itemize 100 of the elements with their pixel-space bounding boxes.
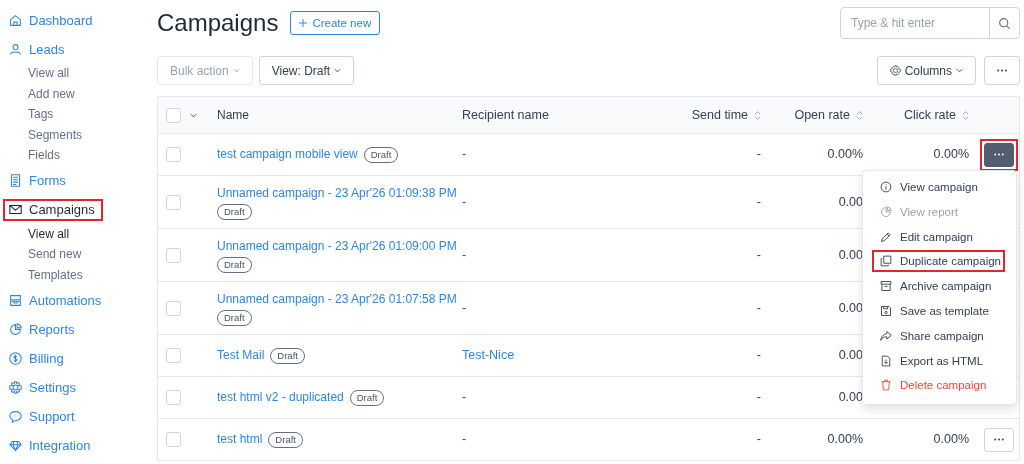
campaign-name-link[interactable]: test html [217,430,263,449]
sort-icon [962,109,969,121]
open-rate: 0.00 [838,389,863,406]
recipient-name: - [462,299,467,317]
sidebar-subitem[interactable]: Templates [3,264,150,285]
sidebar-subitem[interactable]: Fields [3,145,150,166]
sidebar-item[interactable]: Integration [3,434,97,456]
sidebar-item[interactable]: Campaigns [3,198,103,221]
recipient-name: - [462,389,467,406]
diamond-icon [9,438,22,452]
row-checkbox[interactable] [166,147,181,162]
floppy-icon [880,305,892,317]
columns-dropdown[interactable]: Columns [876,56,976,85]
row-checkbox[interactable] [166,432,181,447]
gear-icon [9,380,22,394]
menu-item[interactable]: Share campaign [872,324,1007,347]
sidebar-subitem[interactable]: Send new [3,244,150,265]
page-title: Campaigns [157,9,279,37]
ellipsis-icon [997,69,1007,72]
open-rate: 0.00 [838,193,863,211]
open-rate: 0.00 [838,246,863,264]
menu-item[interactable]: Duplicate campaign [872,250,1005,273]
create-new-button[interactable]: Create new [290,11,381,35]
select-all-checkbox[interactable] [166,107,181,123]
row-checkbox[interactable] [166,390,181,405]
open-rate: 0.00 [838,299,863,317]
share-arrow-icon [880,329,892,342]
tray-icon [9,293,22,307]
row-checkbox[interactable] [166,300,181,316]
recipient-name: - [462,431,467,448]
recipient-name: - [462,146,467,163]
sidebar-subitem[interactable]: View all [3,63,150,84]
sort-icon [856,109,863,121]
sidebar-item[interactable]: Automations [3,289,108,311]
sidebar-item[interactable]: Dashboard [3,9,99,31]
send-time: - [756,299,761,317]
column-header[interactable]: Open rate [771,97,873,133]
sidebar-subitem[interactable]: View all [3,223,150,244]
recipient-name: - [462,246,467,264]
search-field[interactable]: Type & hit enter [840,7,1020,39]
recipient-name[interactable]: Test-Nice [462,346,515,365]
row-checkbox[interactable] [166,247,181,263]
campaign-name-link[interactable]: Unnamed campaign - 23 Apr'26 01:09:00 PM [217,237,457,256]
home-icon [9,13,22,27]
campaign-name-link[interactable]: test html v2 - duplicated [217,388,344,407]
view-filter-dropdown[interactable]: View: Draft [258,56,355,85]
sidebar-subitem[interactable]: Add new [3,83,150,104]
column-header[interactable]: Send time [641,97,771,133]
ellipsis-icon [994,438,1004,441]
caret-icon [232,68,240,73]
sort-icon [754,109,761,121]
sidebar-item[interactable]: Support [3,405,81,427]
plus-icon [299,19,308,27]
more-button[interactable] [984,56,1020,85]
send-time: - [756,347,761,364]
campaign-name-link[interactable]: Unnamed campaign - 23 Apr'26 01:09:38 PM [217,184,457,203]
info-icon [880,181,892,193]
status-tag: Draft [270,347,305,364]
trash-icon [880,379,892,392]
campaign-name-link[interactable]: Test Mail [217,346,265,365]
click-rate: 0.00% [933,431,969,448]
pie-chart-icon [880,205,892,218]
campaign-name-link[interactable]: test campaign mobile view [217,145,358,164]
menu-item[interactable]: Export as HTML [872,349,1007,372]
menu-item[interactable]: Save as template [872,300,1007,322]
file-download-icon [880,354,892,367]
menu-item[interactable]: Delete campaign [872,374,1007,397]
sidebar-item[interactable]: Billing [3,347,70,369]
sidebar-item[interactable]: Leads [3,38,71,60]
menu-item[interactable]: View campaign [872,176,1007,198]
pie-chart-icon [9,322,22,336]
copy-icon [880,255,892,268]
sidebar-subitem[interactable]: Tags [3,104,150,125]
search-input[interactable]: Type & hit enter [841,8,989,38]
sidebar-item[interactable]: Reports [3,318,81,340]
row-checkbox[interactable] [166,194,181,210]
dollar-icon [9,351,22,365]
column-header[interactable]: Recipient name [462,97,641,133]
sidebar-subitem[interactable]: Segments [3,124,150,145]
row-checkbox[interactable] [166,348,181,363]
row-actions-button[interactable] [984,142,1014,167]
send-time: - [756,146,761,163]
ellipsis-icon [994,153,1004,156]
gear-icon [889,65,901,76]
menu-item[interactable]: Archive campaign [872,275,1007,298]
column-header[interactable]: Name [212,97,462,133]
form-icon [9,174,22,187]
person-icon [9,42,22,56]
menu-item[interactable]: Edit campaign [872,225,1007,248]
pencil-icon [880,230,892,243]
open-rate: 0.00 [838,347,863,364]
sidebar-item[interactable]: Settings [3,376,82,398]
caret-icon[interactable] [190,112,197,118]
caret-icon [334,68,342,73]
column-header[interactable]: Click rate [873,97,979,133]
campaign-name-link[interactable]: Unnamed campaign - 23 Apr'26 01:07:58 PM [217,290,457,309]
send-time: - [756,431,761,448]
sidebar-item[interactable]: Forms [3,169,72,192]
send-time: - [756,246,761,264]
chat-icon [9,409,22,423]
